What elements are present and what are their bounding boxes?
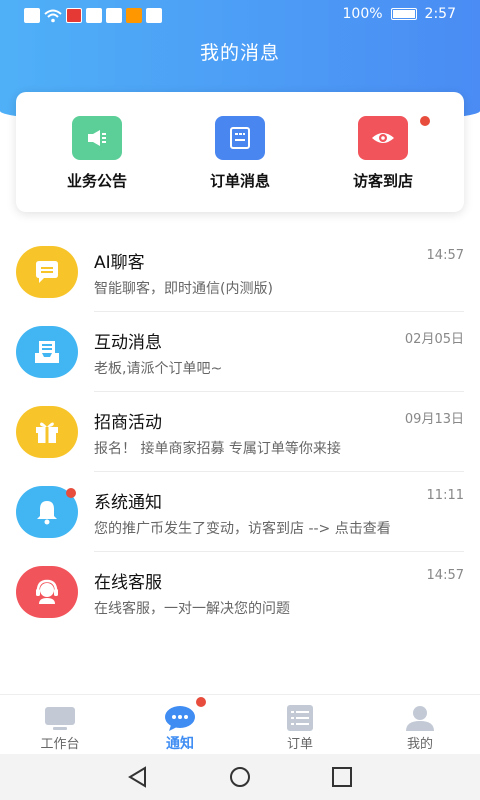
badge-dot	[66, 488, 76, 498]
headset-icon	[16, 566, 78, 618]
shortcut-card: 业务公告 订单消息 访客到店	[16, 92, 464, 212]
message-preview: 在线客服，一对一解决您的问题	[94, 601, 290, 617]
list-item[interactable]: 在线客服 14:57 在线客服，一对一解决您的问题	[0, 552, 480, 632]
message-time: 14:57	[426, 568, 464, 583]
message-title: 互动消息	[94, 333, 162, 353]
receipt-icon	[215, 116, 265, 160]
tab-profile[interactable]: 我的	[360, 695, 480, 755]
tab-label: 工作台	[40, 737, 80, 752]
shortcut-visitor-arrival[interactable]: 访客到店	[308, 92, 458, 212]
list-item[interactable]: 系统通知 11:11 您的推广币发生了变动，访客到店 --> 点击查看	[0, 472, 480, 552]
battery-icon	[390, 8, 417, 20]
message-dots-icon	[165, 706, 195, 731]
list-icon	[287, 705, 313, 731]
inbox-icon	[16, 326, 78, 378]
back-icon[interactable]	[125, 764, 151, 790]
message-preview: 您的推广币发生了变动，访客到店 --> 点击查看	[94, 521, 391, 537]
list-item[interactable]: AI聊客 14:57 智能聊客，即时通信(内测版)	[0, 232, 480, 312]
status-bar: 100% 2:57	[0, 0, 480, 32]
alert-icon	[24, 8, 40, 23]
tab-workbench[interactable]: 工作台	[0, 695, 120, 755]
shortcut-label: 访客到店	[352, 172, 413, 190]
shortcut-order-messages[interactable]: 订单消息	[165, 92, 315, 212]
shortcut-business-notice[interactable]: 业务公告	[22, 92, 172, 212]
shortcut-label: 业务公告	[66, 172, 127, 190]
message-preview: 老板,请派个订单吧~	[94, 361, 223, 377]
badge-dot	[420, 116, 430, 126]
recent-apps-icon[interactable]	[329, 764, 355, 790]
bottom-tab-bar: 工作台 通知 订单 我的	[0, 694, 480, 754]
battery-percent: 100%	[342, 6, 383, 22]
status-notifications	[24, 8, 162, 23]
list-item[interactable]: 招商活动 09月13日 报名！ 接单商家招募 专属订单等你来接	[0, 392, 480, 472]
system-navigation-bar	[0, 754, 480, 800]
message-title: 在线客服	[94, 573, 162, 593]
tab-orders[interactable]: 订单	[240, 695, 360, 755]
message-time: 09月13日	[404, 412, 464, 427]
megaphone-icon	[72, 116, 122, 160]
monitor-icon	[45, 707, 75, 730]
eye-icon	[358, 116, 408, 160]
user-icon	[406, 706, 434, 731]
tab-label: 订单	[286, 737, 313, 752]
message-title: AI聊客	[94, 253, 145, 273]
chat-bubble-icon	[16, 246, 78, 298]
message-title: 系统通知	[94, 493, 162, 513]
message-title: 招商活动	[94, 413, 162, 433]
clock: 2:57	[424, 6, 456, 22]
message-preview: 报名！ 接单商家招募 专属订单等你来接	[94, 441, 341, 457]
shortcut-label: 订单消息	[209, 172, 270, 190]
tab-notifications[interactable]: 通知	[120, 695, 240, 755]
home-icon[interactable]	[227, 764, 253, 790]
tab-label: 我的	[406, 737, 433, 752]
badge-dot	[196, 697, 206, 707]
page-title: 我的消息	[199, 42, 280, 64]
message-preview: 智能聊客，即时通信(内测版)	[94, 281, 273, 297]
wifi-icon	[44, 9, 62, 22]
video-app-icon	[126, 8, 142, 23]
search-app-icon	[106, 8, 122, 23]
message-list: AI聊客 14:57 智能聊客，即时通信(内测版) 互动消息 02月05日 老板…	[0, 232, 480, 632]
gift-icon	[16, 406, 78, 458]
tab-label: 通知	[166, 736, 194, 752]
list-item[interactable]: 互动消息 02月05日 老板,请派个订单吧~	[0, 312, 480, 392]
app-notification-icon	[66, 8, 82, 23]
message-time: 11:11	[426, 488, 464, 503]
message-time: 14:57	[426, 248, 464, 263]
app-notification-icon	[86, 8, 102, 23]
app-notification-icon	[146, 8, 162, 23]
message-time: 02月05日	[404, 332, 464, 347]
